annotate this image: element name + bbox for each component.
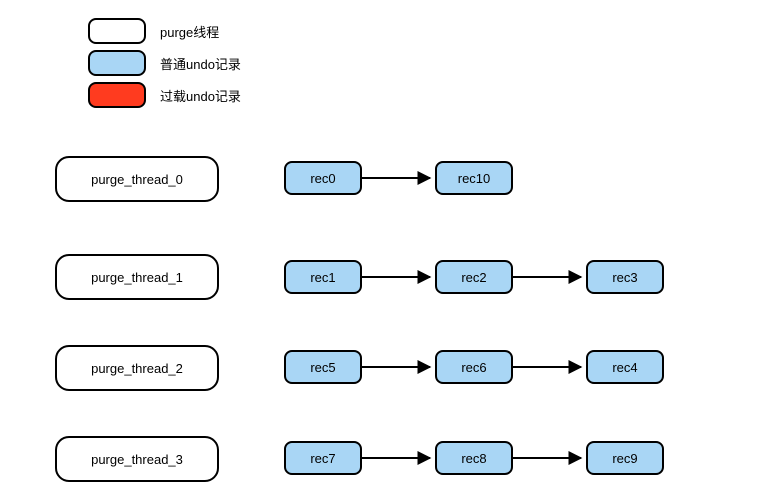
swatch-blue — [88, 50, 146, 76]
rec-label: rec8 — [461, 451, 486, 466]
rec-label: rec4 — [612, 360, 637, 375]
rec3-box: rec3 — [586, 260, 664, 294]
legend-row-normal-undo: 普通undo记录 — [88, 50, 241, 76]
purge-thread-3: purge_thread_3 — [55, 436, 219, 482]
legend-row-purge-thread: purge线程 — [88, 18, 241, 44]
purge-thread-0: purge_thread_0 — [55, 156, 219, 202]
legend: purge线程 普通undo记录 过载undo记录 — [88, 18, 241, 114]
rec1-box: rec1 — [284, 260, 362, 294]
thread-label: purge_thread_0 — [91, 172, 183, 187]
legend-row-overload-undo: 过载undo记录 — [88, 82, 241, 108]
rec-label: rec10 — [458, 171, 491, 186]
rec6-box: rec6 — [435, 350, 513, 384]
rec-label: rec5 — [310, 360, 335, 375]
legend-label-purge-thread: purge线程 — [160, 22, 219, 41]
swatch-red — [88, 82, 146, 108]
rec9-box: rec9 — [586, 441, 664, 475]
rec-label: rec7 — [310, 451, 335, 466]
rec8-box: rec8 — [435, 441, 513, 475]
rec-label: rec0 — [310, 171, 335, 186]
swatch-white — [88, 18, 146, 44]
legend-label-overload-undo: 过载undo记录 — [160, 86, 241, 105]
rec-label: rec3 — [612, 270, 637, 285]
legend-label-normal-undo: 普通undo记录 — [160, 54, 241, 73]
rec-label: rec6 — [461, 360, 486, 375]
purge-thread-1: purge_thread_1 — [55, 254, 219, 300]
rec-label: rec2 — [461, 270, 486, 285]
rec-label: rec9 — [612, 451, 637, 466]
rec7-box: rec7 — [284, 441, 362, 475]
rec0-box: rec0 — [284, 161, 362, 195]
purge-thread-2: purge_thread_2 — [55, 345, 219, 391]
rec2-box: rec2 — [435, 260, 513, 294]
rec10-box: rec10 — [435, 161, 513, 195]
rec-label: rec1 — [310, 270, 335, 285]
thread-label: purge_thread_2 — [91, 361, 183, 376]
rec4-box: rec4 — [586, 350, 664, 384]
thread-label: purge_thread_3 — [91, 452, 183, 467]
rec5-box: rec5 — [284, 350, 362, 384]
thread-label: purge_thread_1 — [91, 270, 183, 285]
